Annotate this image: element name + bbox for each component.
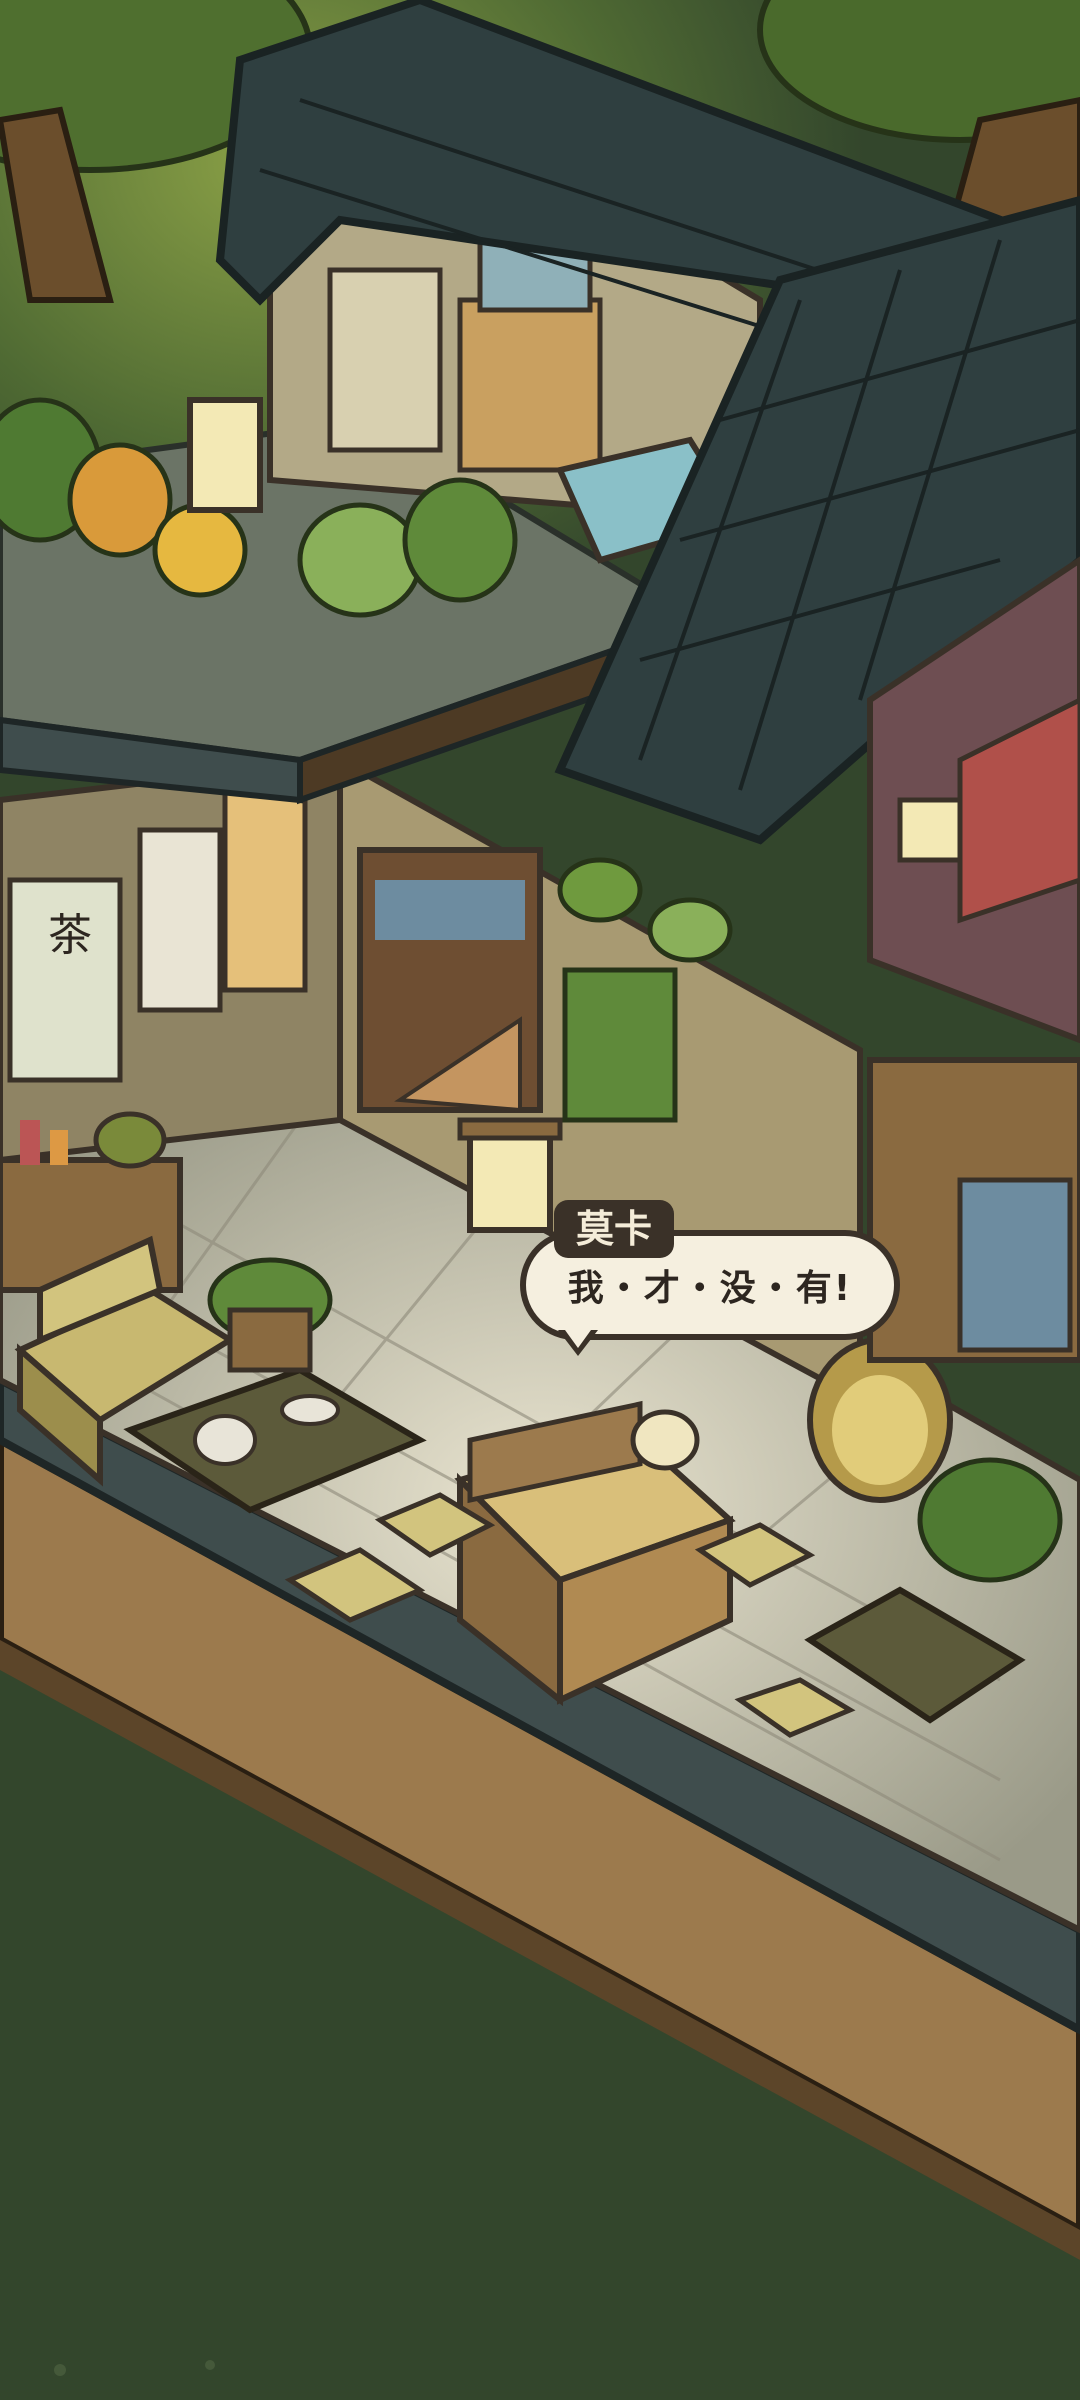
bubble-tail-inner	[565, 1330, 591, 1348]
tea-poster-text: 茶	[48, 910, 92, 961]
lantern-center	[457, 1117, 563, 1233]
hanging-chair	[807, 1337, 953, 1503]
speaker-name-tag: 莫卡	[554, 1200, 675, 1258]
bedroom-right	[867, 556, 1080, 1363]
dialogue-bubble[interactable]: 莫卡 我・才・没・有!	[520, 1200, 900, 1356]
plant-stand	[207, 1257, 333, 1373]
floor-lamp	[630, 1409, 700, 1471]
game-scene: 茶	[0, 0, 1080, 2400]
